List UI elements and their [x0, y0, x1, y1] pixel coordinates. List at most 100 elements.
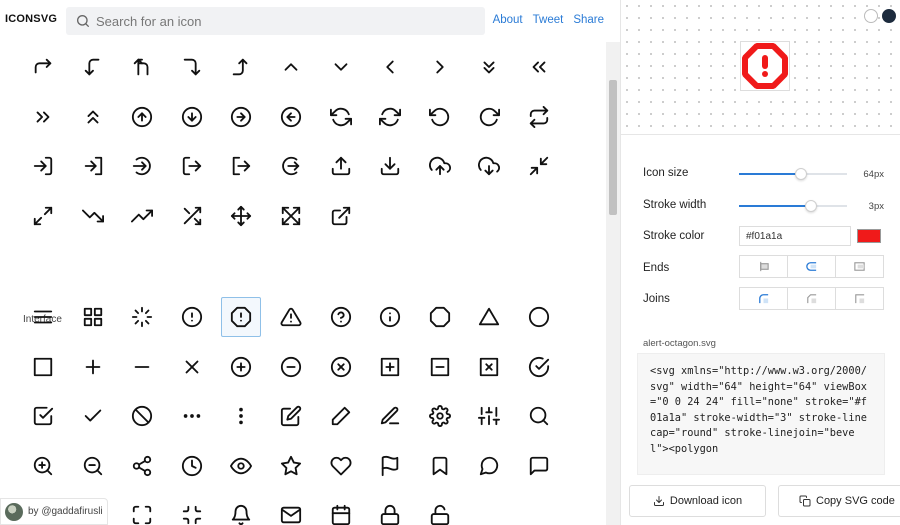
search-bar[interactable]: [66, 7, 485, 35]
icon-tile-log-in[interactable]: [23, 146, 63, 186]
joins-round-option[interactable]: [740, 288, 788, 309]
icon-tile-arrow-turn-up-left[interactable]: [122, 47, 162, 87]
icon-tile-more-vertical[interactable]: [221, 396, 261, 436]
icon-tile-shrink[interactable]: [172, 495, 212, 525]
icon-tile-square[interactable]: [23, 347, 63, 387]
icon-tile-arrow-turn-down-right[interactable]: [172, 47, 212, 87]
icon-tile-bell[interactable]: [221, 495, 261, 525]
icon-tile-rotate-ccw[interactable]: [420, 97, 460, 137]
icon-tile-cloud-upload[interactable]: [420, 146, 460, 186]
icon-tile-arrow-left-circle[interactable]: [271, 97, 311, 137]
icon-tile-pen[interactable]: [321, 396, 361, 436]
icon-tile-chevron-up[interactable]: [271, 47, 311, 87]
icon-tile-chevron-left[interactable]: [370, 47, 410, 87]
icon-tile-plus[interactable]: [73, 347, 113, 387]
icon-tile-edit-underline[interactable]: [370, 396, 410, 436]
icon-tile-loader[interactable]: [122, 297, 162, 337]
icon-tile-menu[interactable]: [23, 297, 63, 337]
ends-butt-option[interactable]: [740, 256, 788, 277]
icon-tile-mail[interactable]: [271, 495, 311, 525]
icon-tile-grid[interactable]: [73, 297, 113, 337]
icon-tile-minimize[interactable]: [519, 146, 559, 186]
icon-tile-message-circle[interactable]: [469, 446, 509, 486]
icon-tile-settings[interactable]: [420, 396, 460, 436]
scrollbar-thumb[interactable]: [609, 80, 617, 215]
author-credit[interactable]: by @gaddafirusli: [0, 498, 108, 525]
icon-tile-upload[interactable]: [321, 146, 361, 186]
icon-tile-shuffle[interactable]: [172, 196, 212, 236]
icon-tile-unlock[interactable]: [420, 495, 460, 525]
icon-tile-arrow-right-circle-open[interactable]: [122, 146, 162, 186]
light-theme-toggle[interactable]: [864, 9, 878, 23]
icon-tile-alert-triangle[interactable]: [271, 297, 311, 337]
icon-tile-edit[interactable]: [271, 396, 311, 436]
icon-tile-flag[interactable]: [370, 446, 410, 486]
icon-tile-bookmark[interactable]: [420, 446, 460, 486]
stroke-color-swatch[interactable]: [857, 229, 881, 243]
icon-tile-external-link[interactable]: [321, 196, 361, 236]
icon-tile-calendar[interactable]: [321, 495, 361, 525]
icon-tile-logout-box[interactable]: [221, 146, 261, 186]
icon-tile-arrow-turn-right[interactable]: [23, 47, 63, 87]
ends-round-option[interactable]: [788, 256, 836, 277]
icon-tile-zoom-out[interactable]: [73, 446, 113, 486]
about-link[interactable]: About: [493, 14, 523, 26]
icon-tile-download[interactable]: [370, 146, 410, 186]
icon-tile-minus-circle[interactable]: [271, 347, 311, 387]
icon-tile-heart[interactable]: [321, 446, 361, 486]
icon-tile-arrow-turn-up-right[interactable]: [221, 47, 261, 87]
icon-tile-triangle[interactable]: [469, 297, 509, 337]
icon-tile-alert-circle[interactable]: [172, 297, 212, 337]
logo[interactable]: ICONSVG: [5, 13, 57, 25]
icon-tile-circle[interactable]: [519, 297, 559, 337]
icon-tile-star[interactable]: [271, 446, 311, 486]
icon-tile-plus-circle[interactable]: [221, 347, 261, 387]
icon-size-knob[interactable]: [794, 168, 807, 180]
tweet-link[interactable]: Tweet: [533, 14, 564, 26]
icon-tile-frame[interactable]: [122, 495, 162, 525]
icon-tile-trending-down[interactable]: [73, 196, 113, 236]
icon-tile-clock[interactable]: [172, 446, 212, 486]
icon-tile-slash[interactable]: [122, 396, 162, 436]
icon-tile-maximize[interactable]: [23, 196, 63, 236]
icon-tile-chevrons-up[interactable]: [73, 97, 113, 137]
icon-tile-expand[interactable]: [271, 196, 311, 236]
share-link[interactable]: Share: [573, 14, 604, 26]
icon-tile-arrow-right-circle[interactable]: [221, 97, 261, 137]
icon-tile-share[interactable]: [122, 446, 162, 486]
icon-tile-chevrons-left[interactable]: [519, 47, 559, 87]
icon-tile-sliders[interactable]: [469, 396, 509, 436]
icon-tile-x-square[interactable]: [469, 347, 509, 387]
ends-square-option[interactable]: [836, 256, 883, 277]
icon-tile-move[interactable]: [221, 196, 261, 236]
icon-tile-refresh-ccw[interactable]: [321, 97, 361, 137]
dark-theme-toggle[interactable]: [882, 9, 896, 23]
icon-tile-octagon[interactable]: [420, 297, 460, 337]
icon-tile-minus[interactable]: [122, 347, 162, 387]
icon-tile-chevron-right[interactable]: [420, 47, 460, 87]
icon-tile-rotate-cw[interactable]: [469, 97, 509, 137]
icon-tile-enter[interactable]: [73, 146, 113, 186]
icon-tile-x-circle[interactable]: [321, 347, 361, 387]
icon-tile-trending-up[interactable]: [122, 196, 162, 236]
stroke-width-slider[interactable]: [739, 200, 847, 212]
icon-tile-chevrons-right[interactable]: [23, 97, 63, 137]
icon-tile-zoom-in[interactable]: [23, 446, 63, 486]
icon-tile-minus-square[interactable]: [420, 347, 460, 387]
icon-tile-help-circle[interactable]: [321, 297, 361, 337]
stroke-color-input[interactable]: [739, 226, 851, 246]
scrollbar[interactable]: [606, 42, 620, 525]
icon-tile-repeat[interactable]: [519, 97, 559, 137]
icon-tile-log-out[interactable]: [172, 146, 212, 186]
icon-tile-check[interactable]: [73, 396, 113, 436]
icon-tile-cloud-download[interactable]: [469, 146, 509, 186]
icon-tile-check-circle[interactable]: [519, 347, 559, 387]
icon-tile-message-square[interactable]: [519, 446, 559, 486]
search-input[interactable]: [96, 11, 476, 31]
icon-tile-more-horizontal[interactable]: [172, 396, 212, 436]
icon-tile-check-square[interactable]: [23, 396, 63, 436]
icon-tile-arrow-up-circle[interactable]: [122, 97, 162, 137]
icon-tile-arrow-left-circle-open[interactable]: [271, 146, 311, 186]
icon-tile-chevrons-down[interactable]: [469, 47, 509, 87]
icon-tile-arrow-down-circle[interactable]: [172, 97, 212, 137]
